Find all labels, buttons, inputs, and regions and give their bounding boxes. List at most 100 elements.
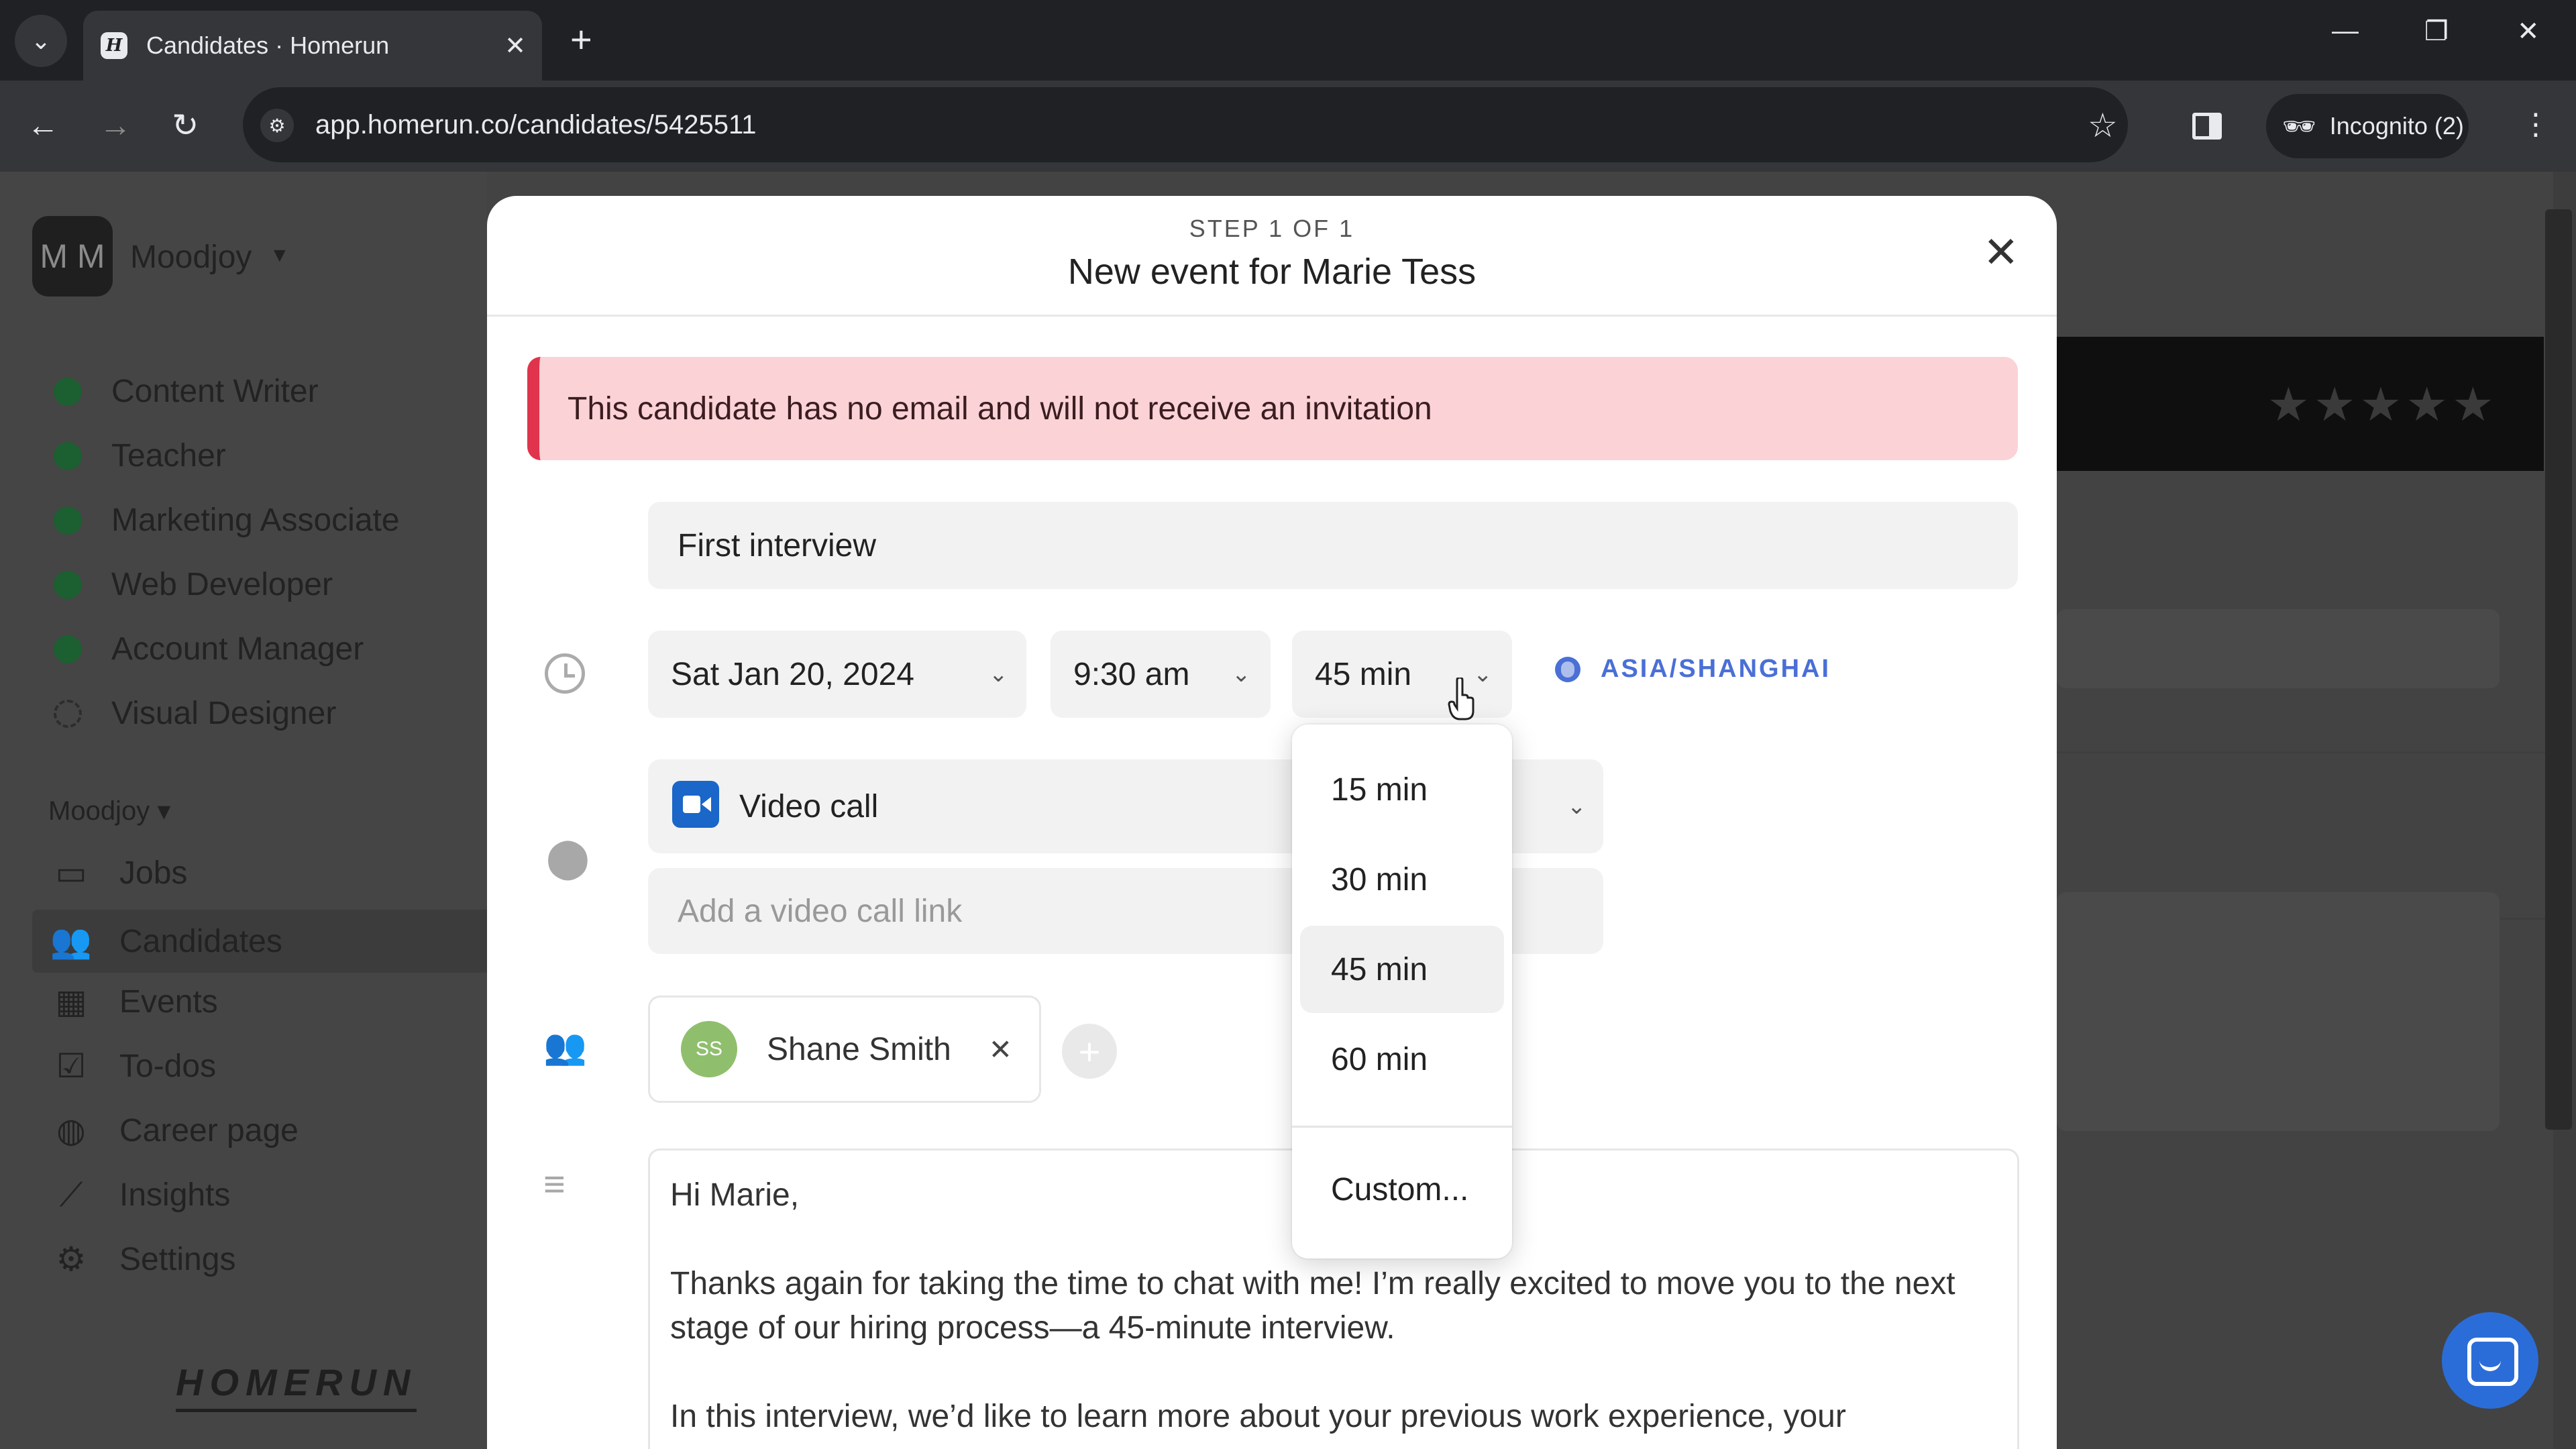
background-card xyxy=(2057,609,2500,688)
incognito-indicator[interactable]: 🕶 Incognito (2) xyxy=(2266,94,2469,158)
sidebar-item-todos[interactable]: ☑ To-dos xyxy=(50,1046,217,1085)
calendar-icon: ▦ xyxy=(55,983,87,1020)
no-email-alert: This candidate has no email and will not… xyxy=(527,357,2018,460)
video-link-placeholder: Add a video call link xyxy=(678,893,963,929)
reload-icon[interactable]: ↻ xyxy=(172,107,199,145)
hand-pointer-icon xyxy=(1448,678,1474,720)
back-arrow-icon[interactable]: ← xyxy=(27,107,59,145)
avatar: SS xyxy=(681,1021,737,1077)
time-select[interactable]: 9:30 am ⌄ xyxy=(1051,631,1271,718)
tab-title: Candidates · Homerun xyxy=(146,32,390,59)
sidebar-job-account-manager[interactable]: Account Manager xyxy=(54,631,364,667)
duration-option-60[interactable]: 60 min xyxy=(1300,1016,1504,1103)
chat-support-button[interactable] xyxy=(2442,1312,2538,1409)
forward-arrow-icon[interactable]: → xyxy=(99,107,131,145)
site-settings-icon[interactable]: ⚙ xyxy=(260,109,294,142)
new-tab-plus-icon[interactable]: + xyxy=(570,17,592,62)
sidebar-job-teacher[interactable]: Teacher xyxy=(54,437,226,474)
chart-line-icon: ⟋ xyxy=(59,1176,83,1214)
event-name-value: First interview xyxy=(678,527,877,564)
step-indicator: STEP 1 OF 1 xyxy=(1189,215,1355,242)
sidebar-item-candidates[interactable]: 👥 Candidates xyxy=(32,910,487,973)
sidebar-item-insights[interactable]: ⟋ Insights xyxy=(50,1175,231,1215)
duration-option-30[interactable]: 30 min xyxy=(1300,836,1504,923)
chevron-down-icon: ⌄ xyxy=(1473,661,1493,687)
clock-icon xyxy=(545,653,585,694)
time-value: 9:30 am xyxy=(1073,656,1190,692)
workspace-avatar[interactable]: M M xyxy=(32,216,113,297)
url-text[interactable]: app.homerun.co/candidates/5425511 xyxy=(315,110,757,140)
workspace-section-label[interactable]: Moodjoy ▾ xyxy=(48,796,170,826)
job-status-dot xyxy=(54,377,82,406)
caret-down-icon[interactable]: ▼ xyxy=(270,244,290,267)
sidebar-item-label: Candidates xyxy=(119,923,282,959)
date-select[interactable]: Sat Jan 20, 2024 ⌄ xyxy=(648,631,1026,718)
attendee-name: Shane Smith xyxy=(767,1031,951,1067)
chevron-down-icon: ⌄ xyxy=(1567,794,1587,819)
browser-menu-icon[interactable]: ⋮ xyxy=(2521,107,2551,142)
duration-dropdown-menu: 15 min 30 min 45 min 60 min Custom... xyxy=(1292,724,1512,1258)
attendee-chip: SS Shane Smith ✕ xyxy=(648,996,1041,1103)
briefcase-icon: ▭ xyxy=(55,854,87,892)
location-type-value: Video call xyxy=(739,788,879,824)
text-lines-icon: ≡ xyxy=(543,1163,566,1205)
remove-attendee-icon[interactable]: ✕ xyxy=(989,1033,1012,1066)
sidebar-item-settings[interactable]: ⚙ Settings xyxy=(50,1240,236,1279)
sidebar-item-events[interactable]: ▦ Events xyxy=(50,982,218,1021)
duration-select[interactable]: 45 min ⌄ xyxy=(1292,631,1512,718)
gear-icon: ⚙ xyxy=(56,1240,87,1278)
duration-option-45[interactable]: 45 min xyxy=(1300,926,1504,1013)
sidebar-job-content-writer[interactable]: Content Writer xyxy=(54,373,319,410)
side-panel-icon[interactable] xyxy=(2192,113,2222,140)
job-label: Teacher xyxy=(111,438,226,474)
close-icon[interactable]: ✕ xyxy=(1983,231,2019,274)
browser-tab[interactable]: H Candidates · Homerun ✕ xyxy=(83,11,542,80)
sidebar-item-label: Events xyxy=(119,983,218,1020)
modal-title: New event for Marie Tess xyxy=(1067,252,1477,292)
tab-close-icon[interactable]: ✕ xyxy=(504,31,526,61)
timezone-value: ASIA/SHANGHAI xyxy=(1601,655,1831,683)
sidebar-job-visual-designer[interactable]: Visual Designer xyxy=(54,695,336,732)
window-close-icon[interactable]: ✕ xyxy=(2517,16,2540,47)
message-paragraph: Thanks again for taking the time to chat… xyxy=(670,1266,1955,1346)
add-attendee-button[interactable]: + xyxy=(1062,1024,1117,1079)
alert-text: This candidate has no email and will not… xyxy=(568,390,1432,427)
modal-header: STEP 1 OF 1 New event for Marie Tess ✕ xyxy=(487,196,2057,317)
sidebar-item-label: Settings xyxy=(119,1241,236,1277)
incognito-label: Incognito (2) xyxy=(2329,112,2464,140)
sidebar-item-label: Jobs xyxy=(119,855,188,891)
sidebar-item-label: Career page xyxy=(119,1112,299,1148)
location-pin-icon: ⬤ xyxy=(546,836,590,879)
job-status-dot xyxy=(54,506,82,535)
job-label: Account Manager xyxy=(111,631,364,667)
homerun-favicon-icon: H xyxy=(101,32,127,59)
sidebar-job-web-developer[interactable]: Web Developer xyxy=(54,566,333,603)
event-name-input[interactable]: First interview xyxy=(648,502,2018,589)
tab-search-chevron-icon[interactable]: ⌄ xyxy=(15,15,67,67)
video-camera-icon xyxy=(672,781,719,828)
minimize-icon[interactable]: — xyxy=(2332,16,2359,46)
background-card xyxy=(2057,892,2500,1131)
sidebar-item-jobs[interactable]: ▭ Jobs xyxy=(50,853,187,892)
duration-option-15[interactable]: 15 min xyxy=(1300,746,1504,833)
browser-tab-bar: ⌄ H Candidates · Homerun ✕ + — ❐ ✕ xyxy=(0,0,2576,80)
sidebar: M M Moodjoy ▼ Content Writer Teacher Mar… xyxy=(0,172,487,1449)
sidebar-item-label: To-dos xyxy=(119,1048,217,1084)
divider xyxy=(2057,751,2546,753)
workspace-name[interactable]: Moodjoy xyxy=(130,239,252,276)
chevron-down-icon: ⌄ xyxy=(989,661,1008,687)
job-status-dot xyxy=(54,635,82,663)
sidebar-item-career-page[interactable]: ◍ Career page xyxy=(50,1111,299,1150)
timezone-link[interactable]: ASIA/SHANGHAI xyxy=(1555,655,1831,684)
scrollbar-thumb[interactable] xyxy=(2545,209,2572,1130)
bookmark-star-icon[interactable]: ☆ xyxy=(2088,106,2118,145)
sidebar-job-marketing-associate[interactable]: Marketing Associate xyxy=(54,502,400,539)
date-value: Sat Jan 20, 2024 xyxy=(671,656,914,692)
job-label: Web Developer xyxy=(111,567,333,602)
duration-option-custom[interactable]: Custom... xyxy=(1300,1146,1504,1233)
job-status-dot xyxy=(54,441,82,470)
restore-icon[interactable]: ❐ xyxy=(2424,16,2449,47)
incognito-icon: 🕶 xyxy=(2282,111,2316,142)
job-label: Content Writer xyxy=(111,374,319,409)
duration-value: 45 min xyxy=(1315,656,1412,692)
